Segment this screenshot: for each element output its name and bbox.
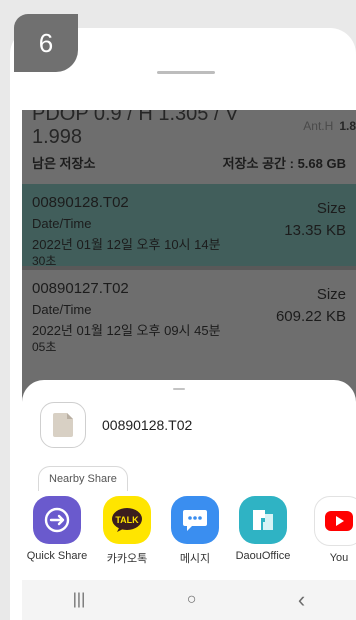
datetime-value: 2022년 01월 12일 오후 09시 45분	[32, 323, 221, 338]
share-apps-row: Quick Share TALK 카카오톡 메시지 DaouOffice You	[22, 496, 356, 586]
size-value: 13.35 KB	[284, 222, 346, 239]
share-file-name: 00890128.T02	[102, 417, 193, 433]
datetime-label: Date/Time	[32, 216, 92, 231]
file-name: 00890127.T02	[32, 280, 129, 297]
back-button[interactable]: ‹	[298, 587, 305, 613]
datetime-value: 2022년 01월 12일 오후 10시 14분	[32, 237, 221, 252]
storage-row: 남은 저장소 저장소 공간 : 5.68 GB	[22, 142, 356, 182]
nearby-share-chip[interactable]: Nearby Share	[38, 466, 128, 491]
app-daouoffice[interactable]: DaouOffice	[228, 496, 298, 562]
messages-icon	[171, 496, 219, 544]
app-youtube[interactable]: You	[304, 496, 356, 564]
phone-card: PDOP 0.9 / H 1.305 / V 1.998 Ant.H 1.8 남…	[10, 28, 356, 620]
system-nav-bar: ||| ○ ‹	[22, 580, 356, 620]
app-quick-share[interactable]: Quick Share	[22, 496, 92, 562]
step-badge: 6	[14, 14, 78, 72]
size-label: Size	[316, 200, 346, 217]
app-label: Quick Share	[26, 550, 88, 562]
app-messages[interactable]: 메시지	[160, 496, 230, 566]
app-label: 메시지	[179, 553, 211, 565]
pdop-row: PDOP 0.9 / H 1.305 / V 1.998 Ant.H 1.8	[22, 110, 356, 148]
size-value: 609.22 KB	[275, 308, 346, 325]
file-thumbnail	[40, 402, 86, 448]
storage-value: 저장소 공간 : 5.68 GB	[222, 155, 346, 171]
ant-label: Ant.H	[303, 119, 334, 133]
file-row[interactable]: 00890127.T02 Date/Time 2022년 01월 12일 오후 …	[22, 270, 356, 354]
recent-apps-button[interactable]: |||	[73, 591, 85, 609]
app-label: 카카오톡	[106, 553, 148, 565]
home-button[interactable]: ○	[187, 591, 197, 609]
card-handle	[157, 71, 215, 74]
sheet-handle[interactable]	[173, 388, 185, 390]
step-number: 6	[38, 27, 54, 58]
nearby-share-label: Nearby Share	[49, 473, 117, 485]
datetime-label: Date/Time	[32, 302, 92, 317]
datetime-more: 05초	[32, 340, 57, 354]
app-kakaotalk[interactable]: TALK 카카오톡	[92, 496, 162, 566]
app-screen: PDOP 0.9 / H 1.305 / V 1.998 Ant.H 1.8 남…	[22, 110, 356, 620]
kakaotalk-icon: TALK	[103, 496, 151, 544]
file-name: 00890128.T02	[32, 194, 129, 211]
size-label: Size	[316, 286, 346, 303]
share-sheet: 00890128.T02 Nearby Share Quick Share TA…	[22, 380, 356, 620]
file-icon	[53, 413, 73, 437]
file-row-selected[interactable]: 00890128.T02 Date/Time 2022년 01월 12일 오후 …	[22, 184, 356, 268]
quick-share-icon	[33, 496, 81, 544]
svg-text:TALK: TALK	[115, 515, 139, 525]
app-label: DaouOffice	[235, 550, 291, 562]
app-label: You	[329, 552, 349, 564]
ant-value: 1.8	[339, 119, 356, 133]
storage-label: 남은 저장소	[32, 155, 96, 171]
daouoffice-icon	[239, 496, 287, 544]
youtube-icon	[314, 496, 356, 546]
